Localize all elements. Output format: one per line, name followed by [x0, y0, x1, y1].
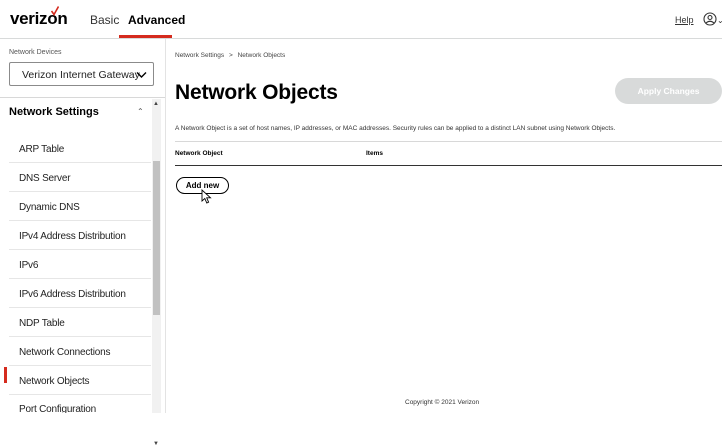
sidebar-item-dns-server[interactable]: DNS Server — [19, 173, 71, 184]
breadcrumb: Network Settings > Network Objects — [175, 52, 288, 59]
sidebar-item-dynamic-dns[interactable]: Dynamic DNS — [19, 202, 80, 213]
nav-divider — [9, 307, 151, 308]
tab-advanced[interactable]: Advanced — [128, 13, 185, 27]
mouse-pointer-icon — [201, 189, 212, 204]
nav-divider — [9, 336, 151, 337]
sidebar-item-ndp-table[interactable]: NDP Table — [19, 318, 65, 329]
user-icon[interactable] — [703, 12, 717, 26]
breadcrumb-item-network-objects: Network Objects — [237, 52, 286, 59]
user-menu-chevron-icon[interactable]: ⌄ — [717, 16, 722, 25]
sidebar-item-arp-table[interactable]: ARP Table — [19, 144, 64, 155]
nav-divider — [9, 394, 151, 395]
scroll-up-arrow-icon[interactable]: ▲ — [153, 101, 159, 107]
sidebar-item-port-configuration[interactable]: Port Configuration — [19, 404, 96, 413]
sidebar-item-ipv6[interactable]: IPv6 — [19, 260, 38, 271]
sidebar-nav: Network Settings ⌃ ARP Table DNS Server … — [0, 98, 165, 413]
logo-check-icon — [51, 6, 59, 16]
nav-divider — [9, 191, 151, 192]
description-divider — [175, 141, 722, 142]
sidebar-item-ipv4-address-distribution[interactable]: IPv4 Address Distribution — [19, 231, 126, 242]
device-select-label: Network Devices — [9, 49, 62, 56]
scroll-down-arrow-icon[interactable]: ▼ — [153, 441, 159, 447]
nav-divider — [9, 249, 151, 250]
help-link[interactable]: Help — [675, 15, 694, 25]
nav-divider — [9, 162, 151, 163]
sidebar-item-ipv6-address-distribution[interactable]: IPv6 Address Distribution — [19, 289, 126, 300]
device-select[interactable]: Verizon Internet Gateway — [9, 62, 154, 86]
page-title: Network Objects — [175, 81, 338, 104]
table-header-items: Items — [366, 150, 383, 157]
nav-divider — [9, 365, 151, 366]
top-bar: verizon Basic Advanced Help ⌄ — [0, 0, 722, 39]
breadcrumb-item-network-settings[interactable]: Network Settings — [175, 52, 224, 59]
active-tab-indicator — [119, 35, 172, 38]
chevron-up-icon[interactable]: ⌃ — [137, 107, 144, 116]
device-select-value: Verizon Internet Gateway — [22, 69, 140, 81]
apply-changes-button[interactable]: Apply Changes — [615, 78, 722, 104]
nav-divider — [9, 220, 151, 221]
nav-divider — [9, 278, 151, 279]
chevron-down-icon — [136, 72, 147, 78]
sidebar-scrollbar-thumb[interactable] — [153, 161, 160, 315]
breadcrumb-separator: > — [228, 52, 233, 59]
copyright-text: Copyright © 2021 Verizon — [405, 399, 480, 406]
tab-basic[interactable]: Basic — [90, 13, 119, 27]
sidebar-item-network-connections[interactable]: Network Connections — [19, 347, 110, 358]
sidebar: Network Devices Verizon Internet Gateway… — [0, 39, 166, 447]
sidebar-item-network-objects[interactable]: Network Objects — [19, 376, 90, 387]
nav-section-network-settings[interactable]: Network Settings — [9, 106, 99, 118]
table-header-network-object: Network Object — [175, 150, 223, 157]
active-item-indicator — [4, 367, 7, 383]
table-header-divider — [175, 165, 722, 166]
page-description: A Network Object is a set of host names,… — [175, 125, 616, 132]
